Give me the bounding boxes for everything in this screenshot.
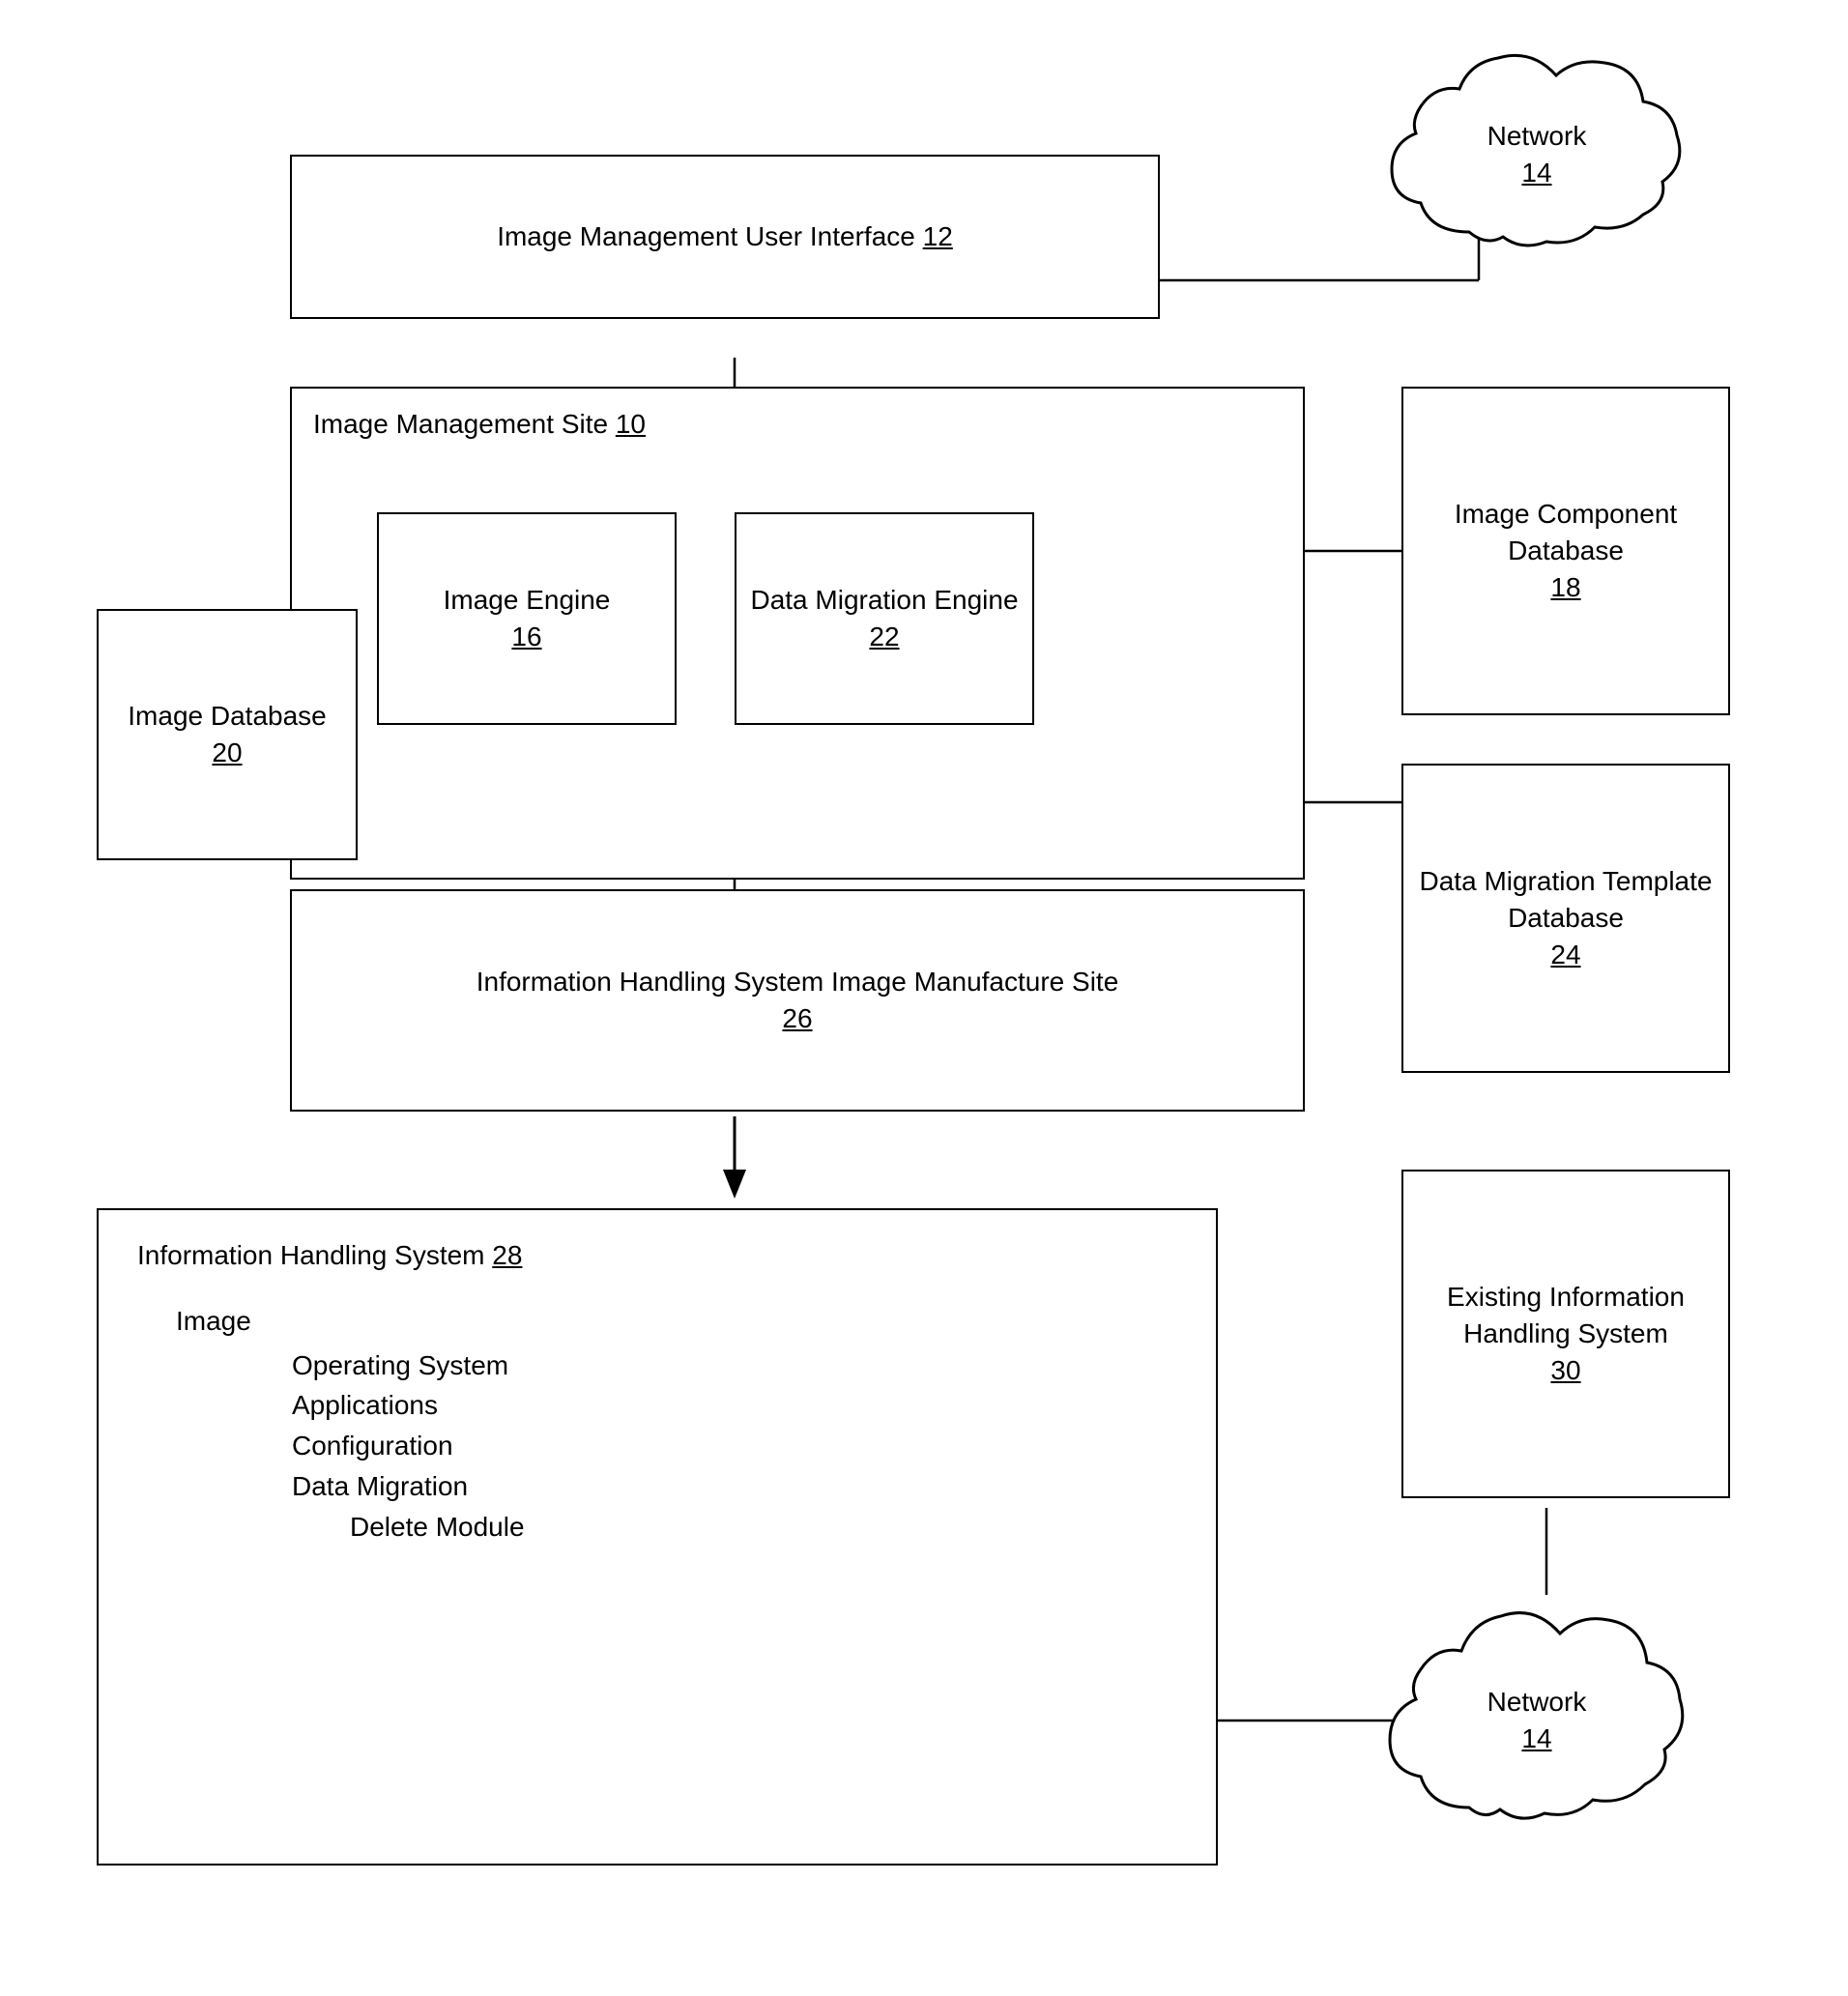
data-migration-engine-label: Data Migration Engine 22 <box>750 582 1018 655</box>
ihs-title: Information Handling System 28 <box>137 1237 522 1274</box>
ihs-box: Information Handling System 28 Image Ope… <box>97 1208 1218 1866</box>
image-database-box: Image Database 20 <box>97 609 358 860</box>
existing-ihs-box: Existing Information Handling System 30 <box>1401 1170 1730 1498</box>
data-migration-template-db-box: Data Migration Template Database 24 <box>1401 764 1730 1073</box>
ihs-delete-module-label: Delete Module <box>350 1509 525 1546</box>
existing-ihs-label: Existing Information Handling System 30 <box>1403 1279 1728 1388</box>
ihs-image-manufacture-box: Information Handling System Image Manufa… <box>290 889 1305 1112</box>
image-engine-box: Image Engine 16 <box>377 512 677 725</box>
image-component-db-label: Image Component Database 18 <box>1403 496 1728 605</box>
image-engine-label: Image Engine 16 <box>444 582 611 655</box>
ihs-apps-label: Applications <box>292 1387 438 1424</box>
image-management-ui-box: Image Management User Interface 12 <box>290 155 1160 319</box>
ihs-image-manufacture-label: Information Handling System Image Manufa… <box>476 964 1119 1037</box>
network-bottom-cloud: Network 14 <box>1372 1585 1701 1856</box>
image-management-site-label: Image Management Site 10 <box>313 406 646 443</box>
network-top-label: Network 14 <box>1487 118 1587 191</box>
image-management-ui-label: Image Management User Interface 12 <box>497 218 953 255</box>
ihs-os-label: Operating System <box>292 1347 508 1384</box>
ihs-image-sublabel: Image <box>176 1303 251 1340</box>
data-migration-engine-box: Data Migration Engine 22 <box>735 512 1034 725</box>
image-component-db-box: Image Component Database 18 <box>1401 387 1730 715</box>
network-bottom-label: Network 14 <box>1487 1684 1587 1757</box>
ihs-config-label: Configuration <box>292 1428 453 1464</box>
network-top-cloud: Network 14 <box>1372 29 1701 280</box>
data-migration-template-db-label: Data Migration Template Database 24 <box>1403 863 1728 972</box>
image-database-label: Image Database 20 <box>128 698 326 771</box>
diagram-container: Network 14 Image Management User Interfa… <box>0 0 1848 1996</box>
ihs-data-migration-label: Data Migration <box>292 1468 468 1505</box>
